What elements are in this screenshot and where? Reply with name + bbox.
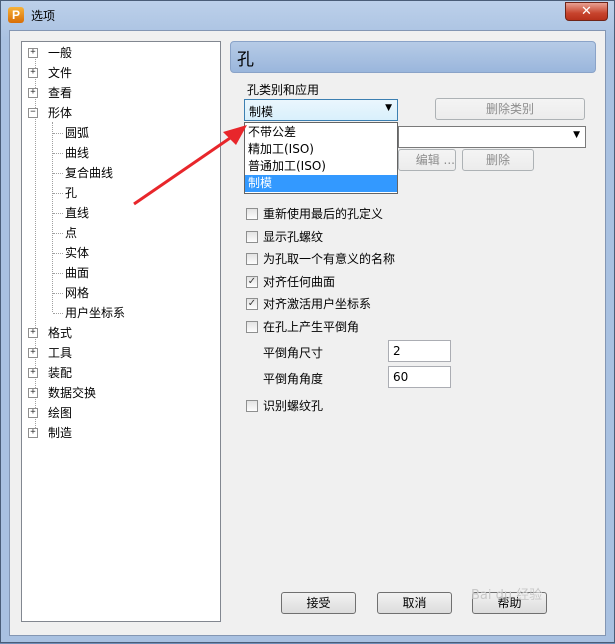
hole-category-value: 制模 [249, 105, 274, 119]
dialog-body: + 一般 + 文件 + 查看 − 形体 圆弧 曲线 复合曲线 孔 直线 点 实体… [9, 30, 606, 636]
app-logo-icon: P [8, 7, 24, 23]
checkbox-box[interactable]: ✓ [246, 276, 258, 288]
tree-item-label: 形体 [48, 106, 73, 120]
tree-item-label: 数据交换 [48, 386, 97, 400]
window-title: 选项 [31, 9, 56, 23]
expand-icon[interactable]: + [28, 348, 38, 358]
watermark: Bai du 经验 [471, 588, 543, 603]
checkbox-label: 重新使用最后的孔定义 [263, 207, 384, 221]
checkbox-box[interactable] [246, 231, 258, 243]
hole-category-dropdown[interactable]: 不带公差 精加工(ISO) 普通加工(ISO) 制模 [244, 122, 398, 194]
delete-button[interactable]: 删除 [462, 149, 534, 171]
panel-header: 孔 [230, 41, 596, 73]
checkbox-label: 显示孔螺纹 [263, 230, 324, 244]
tree-item-label: 一般 [48, 46, 73, 60]
collapse-icon[interactable]: − [28, 108, 38, 118]
tree-line [52, 122, 53, 312]
checkbox-label: 对齐激活用户坐标系 [263, 297, 372, 311]
hole-definition-select[interactable]: ▼ [398, 126, 586, 148]
cancel-button[interactable]: 取消 [377, 592, 452, 614]
expand-icon[interactable]: + [28, 328, 38, 338]
tree-item-label: 工具 [48, 346, 73, 360]
tree-line [53, 313, 63, 314]
checkbox-box[interactable] [246, 253, 258, 265]
tree-item-hole[interactable]: 孔 [65, 184, 77, 202]
tree-line [53, 253, 63, 254]
dropdown-option-selected[interactable]: 制模 [245, 175, 397, 192]
expand-icon[interactable]: + [28, 68, 38, 78]
tree-line [53, 273, 63, 274]
tree-item-mesh[interactable]: 网格 [65, 284, 89, 302]
expand-icon[interactable]: + [28, 368, 38, 378]
tree-line [53, 193, 63, 194]
tree-item-label: 绘图 [48, 406, 73, 420]
chamfer-size-input[interactable]: 2 [388, 340, 451, 362]
expand-icon[interactable]: + [28, 388, 38, 398]
tree-line [53, 133, 63, 134]
delete-category-button[interactable]: 删除类别 [435, 98, 585, 120]
edit-button[interactable]: 编辑 ... [398, 149, 456, 171]
hole-category-select[interactable]: 制模 ▼ [244, 99, 398, 121]
tree-line [53, 213, 63, 214]
title-bar[interactable]: P 选项 ✕ [1, 1, 614, 29]
chevron-down-icon: ▼ [573, 130, 580, 140]
tree-item-arc[interactable]: 圆弧 [65, 124, 89, 142]
tree-item-curve[interactable]: 曲线 [65, 144, 89, 162]
checkbox-label: 对齐任何曲面 [263, 275, 336, 289]
chamfer-size-label: 平倒角尺寸 [263, 346, 324, 360]
chamfer-angle-input[interactable]: 60 [388, 366, 451, 388]
options-tree[interactable]: + 一般 + 文件 + 查看 − 形体 圆弧 曲线 复合曲线 孔 直线 点 实体… [21, 41, 221, 622]
tree-item-label: 装配 [48, 366, 73, 380]
dropdown-option[interactable]: 精加工(ISO) [245, 141, 397, 158]
tree-item-line[interactable]: 直线 [65, 204, 89, 222]
tree-item-surface[interactable]: 曲面 [65, 264, 89, 282]
expand-icon[interactable]: + [28, 48, 38, 58]
chevron-down-icon: ▼ [385, 103, 392, 113]
tree-item-point[interactable]: 点 [65, 224, 77, 242]
tree-line [53, 173, 63, 174]
checkbox-box[interactable] [246, 208, 258, 220]
hole-category-label: 孔类别和应用 [247, 83, 320, 97]
accept-button[interactable]: 接受 [281, 592, 356, 614]
tree-item-ucs[interactable]: 用户坐标系 [65, 304, 125, 322]
checkbox-box[interactable] [246, 321, 258, 333]
tree-line [53, 233, 63, 234]
tree-item-label: 查看 [48, 86, 73, 100]
checkbox-box[interactable]: ✓ [246, 298, 258, 310]
tree-line [53, 153, 63, 154]
tree-item-label: 文件 [48, 66, 73, 80]
tree-item-solid[interactable]: 实体 [65, 244, 89, 262]
panel-title: 孔 [237, 50, 254, 70]
expand-icon[interactable]: + [28, 408, 38, 418]
tree-line [53, 293, 63, 294]
checkbox-box[interactable] [246, 400, 258, 412]
dropdown-option[interactable]: 不带公差 [245, 124, 397, 141]
checkbox-label: 在孔上产生平倒角 [263, 320, 360, 334]
options-window: P 选项 ✕ + 一般 + 文件 + 查看 − 形体 圆弧 曲线 复合曲线 孔 … [0, 0, 615, 643]
tree-item-composite-curve[interactable]: 复合曲线 [65, 164, 113, 182]
chamfer-angle-label: 平倒角角度 [263, 372, 324, 386]
checkbox-label: 为孔取一个有意义的名称 [263, 252, 396, 266]
close-button[interactable]: ✕ [565, 2, 608, 21]
tree-item-label: 制造 [48, 426, 73, 440]
tree-item-label: 格式 [48, 326, 73, 340]
expand-icon[interactable]: + [28, 428, 38, 438]
expand-icon[interactable]: + [28, 88, 38, 98]
checkbox-label: 识别螺纹孔 [263, 399, 324, 413]
dropdown-option[interactable]: 普通加工(ISO) [245, 158, 397, 175]
